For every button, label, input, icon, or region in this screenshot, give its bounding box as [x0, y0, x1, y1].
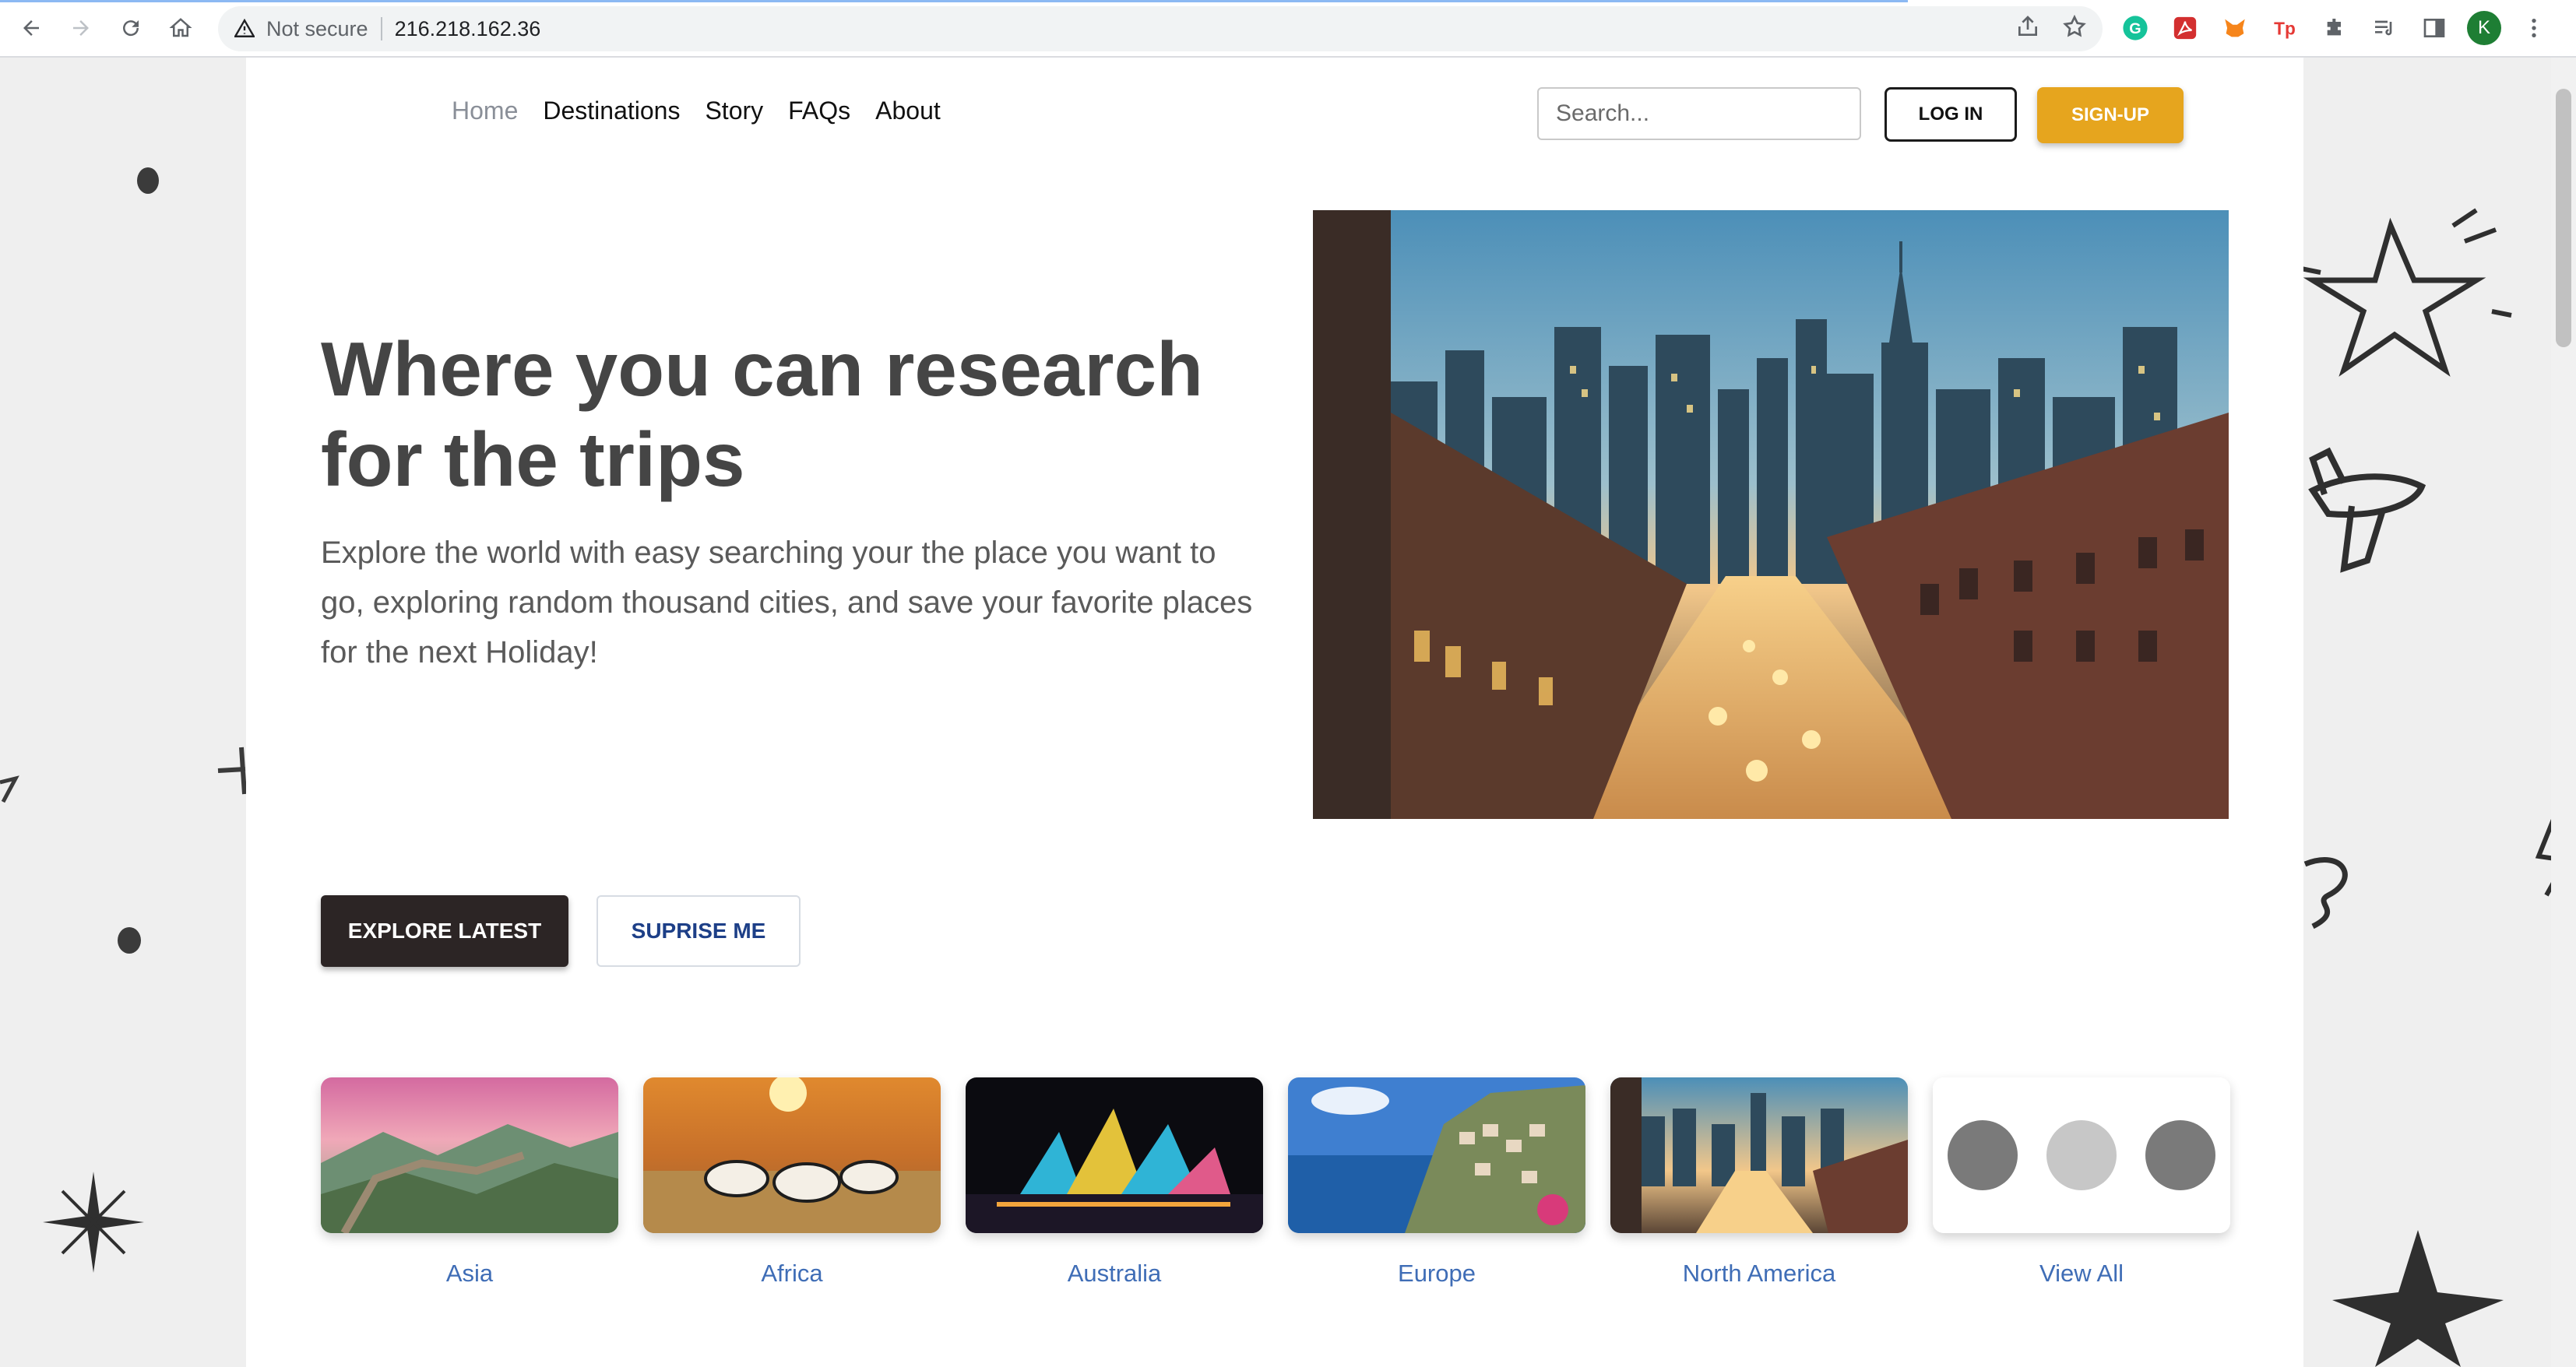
- page-panel: Home Destinations Story FAQs About LOG I…: [246, 58, 2303, 1367]
- profile-avatar[interactable]: K: [2467, 11, 2501, 45]
- region-card-europe[interactable]: Europe: [1288, 1077, 1585, 1288]
- region-card-australia[interactable]: Australia: [966, 1077, 1263, 1288]
- signup-button[interactable]: SIGN-UP: [2037, 87, 2184, 143]
- loading-dot-icon: [2046, 1120, 2117, 1190]
- sparkle-fragment-icon: [0, 775, 19, 803]
- region-label[interactable]: Africa: [761, 1260, 822, 1288]
- forward-icon[interactable]: [64, 11, 98, 45]
- region-card-africa[interactable]: Africa: [643, 1077, 941, 1288]
- airplane-icon: [2308, 447, 2426, 573]
- region-card-asia[interactable]: Asia: [321, 1077, 618, 1288]
- hero-subtitle: Explore the world with easy searching yo…: [321, 536, 1253, 669]
- address-separator: [380, 17, 382, 40]
- asia-great-wall-image[interactable]: [321, 1077, 618, 1233]
- region-card-view-all[interactable]: View All: [1933, 1077, 2230, 1288]
- explore-latest-button[interactable]: EXPLORE LATEST: [321, 895, 568, 967]
- login-button[interactable]: LOG IN: [1884, 87, 2017, 142]
- side-panel-icon[interactable]: [2417, 11, 2451, 45]
- surprise-me-button[interactable]: SUPRISE ME: [596, 895, 801, 967]
- metamask-extension-icon[interactable]: [2218, 11, 2252, 45]
- africa-zebras-image[interactable]: [643, 1077, 941, 1233]
- home-icon[interactable]: [164, 11, 198, 45]
- search-input[interactable]: [1537, 87, 1861, 140]
- region-label[interactable]: Australia: [1068, 1260, 1162, 1288]
- nav-home-link[interactable]: Home: [452, 97, 518, 125]
- ink-star-icon: [2332, 1230, 2504, 1367]
- sparkle-fragment-icon: [217, 747, 247, 795]
- starburst-icon: [2300, 208, 2512, 377]
- browser-menu-icon[interactable]: [2517, 11, 2551, 45]
- pdf-extension-icon[interactable]: [2168, 11, 2202, 45]
- tp-extension-icon[interactable]: Tp: [2268, 11, 2302, 45]
- hero-title: Where you can research for the trips: [321, 324, 1255, 504]
- grammarly-extension-icon[interactable]: G: [2118, 11, 2152, 45]
- svg-text:G: G: [2129, 20, 2141, 37]
- security-label[interactable]: Not secure: [266, 17, 368, 41]
- compass-star-icon: [43, 1172, 144, 1273]
- loading-dot-icon: [1947, 1120, 2018, 1190]
- scrollbar-thumb[interactable]: [2556, 89, 2571, 347]
- region-card-north-america[interactable]: North America: [1610, 1077, 1908, 1288]
- north-america-city-image[interactable]: [1610, 1077, 1908, 1233]
- warning-icon[interactable]: [234, 18, 255, 40]
- nav-story-link[interactable]: Story: [705, 97, 763, 125]
- hero-city-image: [1313, 210, 2229, 819]
- page-scrollbar[interactable]: [2551, 58, 2576, 1367]
- bookmark-star-icon[interactable]: [2062, 14, 2087, 43]
- ink-dot-icon: [137, 167, 159, 194]
- address-bar[interactable]: Not secure 216.218.162.36: [218, 6, 2103, 51]
- browser-toolbar: Not secure 216.218.162.36 G Tp K: [0, 0, 2576, 58]
- swirl-fragment-icon: [2303, 857, 2348, 929]
- page-load-progress: [0, 0, 1908, 2]
- hero-title-line-1: Where you can research: [321, 326, 1203, 412]
- view-all-link[interactable]: View All: [2039, 1260, 2124, 1288]
- region-label[interactable]: Europe: [1398, 1260, 1476, 1288]
- view-all-placeholder[interactable]: [1933, 1077, 2230, 1233]
- region-label[interactable]: North America: [1683, 1260, 1835, 1288]
- nav-faqs-link[interactable]: FAQs: [788, 97, 850, 125]
- ink-dot-icon: [118, 927, 141, 954]
- extensions-puzzle-icon[interactable]: [2317, 11, 2352, 45]
- svg-text:Tp: Tp: [2274, 19, 2296, 39]
- url-text[interactable]: 216.218.162.36: [395, 17, 541, 41]
- europe-coast-image[interactable]: [1288, 1077, 1585, 1233]
- australia-opera-house-image[interactable]: [966, 1077, 1263, 1233]
- nav-destinations-link[interactable]: Destinations: [543, 97, 680, 125]
- share-icon[interactable]: [2015, 14, 2040, 43]
- region-cards: Asia Africa Australia Europe North Ameri…: [321, 1077, 2230, 1288]
- region-label[interactable]: Asia: [446, 1260, 493, 1288]
- main-navigation: Home Destinations Story FAQs About: [452, 97, 941, 125]
- back-icon[interactable]: [14, 11, 48, 45]
- media-queue-icon[interactable]: [2367, 11, 2402, 45]
- hero-title-line-2: for the trips: [321, 416, 745, 502]
- loading-dot-icon: [2145, 1120, 2216, 1190]
- reload-icon[interactable]: [114, 11, 148, 45]
- nav-about-link[interactable]: About: [875, 97, 941, 125]
